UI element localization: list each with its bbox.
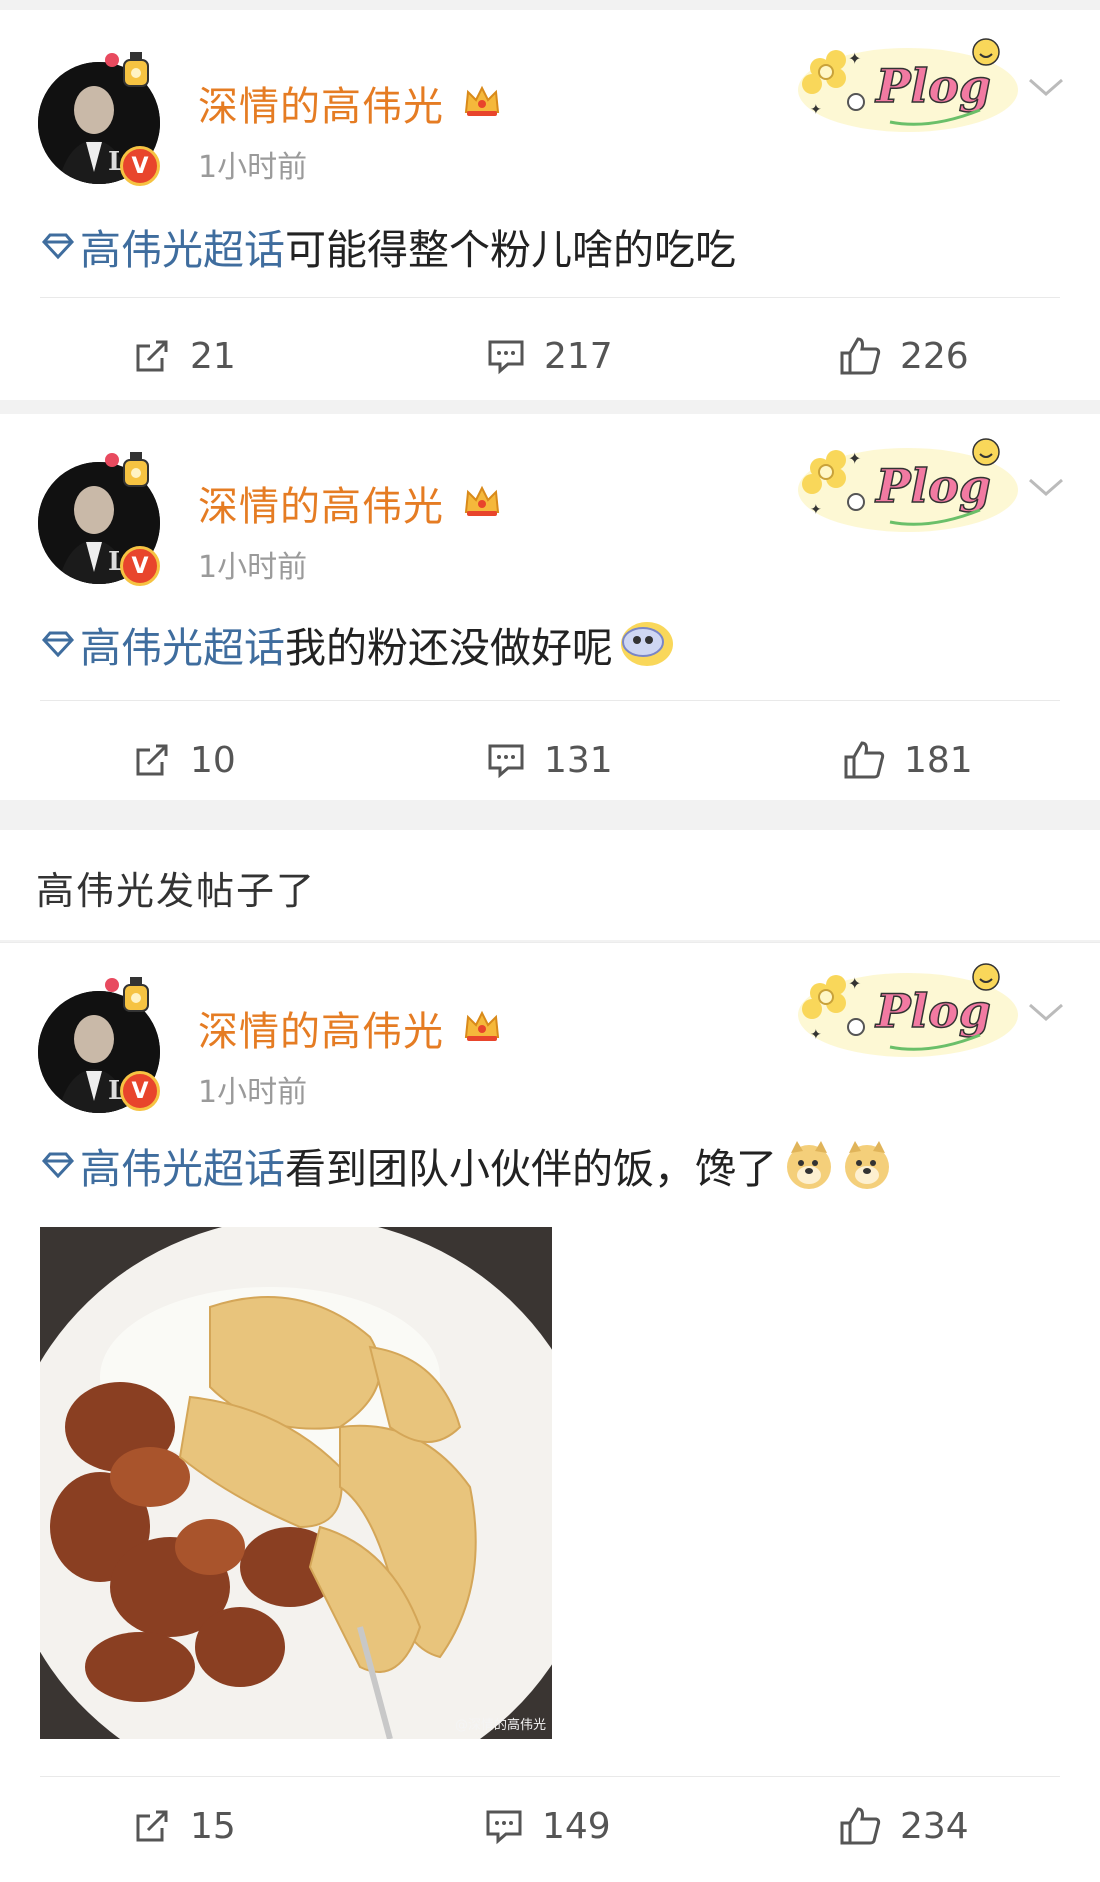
- smiley-icon: [972, 38, 1000, 66]
- post-time: 1小时前: [198, 150, 308, 185]
- diamond-topic-icon: [41, 233, 75, 260]
- like-button[interactable]: 226: [838, 316, 969, 396]
- like-button[interactable]: 181: [842, 720, 973, 800]
- smiley-icon: [972, 438, 1000, 466]
- like-button[interactable]: 234: [838, 1786, 969, 1866]
- section-title: 高伟光发帖子了: [36, 869, 317, 913]
- comment-icon: [486, 1810, 522, 1845]
- repost-button[interactable]: 15: [132, 1786, 236, 1866]
- perfume-decoration-icon: [105, 52, 149, 87]
- repost-button[interactable]: 21: [132, 316, 236, 396]
- like-count: 226: [900, 335, 969, 377]
- verified-badge: V: [120, 1071, 160, 1111]
- comment-count: 131: [544, 739, 613, 781]
- post-body: 可能得整个粉儿啥的吃吃: [285, 226, 736, 274]
- crown-icon: [464, 485, 500, 516]
- perfume-decoration-icon: [105, 452, 149, 487]
- comment-button[interactable]: 131: [486, 720, 613, 800]
- repost-icon: [136, 340, 168, 372]
- username[interactable]: 深情的高伟光: [198, 999, 444, 1057]
- comment-button[interactable]: 217: [486, 316, 613, 396]
- crown-icon: [464, 1010, 500, 1041]
- repost-icon: [136, 1810, 168, 1842]
- svg-text:✦: ✦: [810, 102, 822, 118]
- comment-icon: [488, 744, 524, 779]
- repost-count: 10: [190, 739, 236, 781]
- post-card: Le Pa V 深情的高伟光 1小时前 ✦ ✦ Plog: [0, 10, 1100, 400]
- comment-count: 149: [542, 1805, 611, 1847]
- verified-badge: V: [120, 546, 160, 586]
- dizzy-face-emoji-icon: [621, 622, 673, 666]
- doge-emoji-icon: [845, 1141, 889, 1189]
- comment-button[interactable]: 149: [484, 1786, 611, 1866]
- post-time: 1小时前: [198, 550, 308, 585]
- diamond-topic-icon: [41, 1152, 75, 1179]
- perfume-decoration-icon: [105, 977, 149, 1012]
- svg-text:✦: ✦: [848, 49, 861, 68]
- topic-label: 高伟光超话: [80, 1145, 285, 1193]
- action-bar: 21 217 226: [0, 316, 1100, 396]
- repost-count: 21: [190, 335, 236, 377]
- post-text: 高伟光超话 看到团队小伙伴的饭，馋了: [40, 1135, 893, 1195]
- action-bar: 15 149 234: [0, 1786, 1100, 1866]
- thumbs-up-icon: [844, 741, 885, 779]
- chevron-down-icon[interactable]: [1026, 999, 1066, 1027]
- like-count: 234: [900, 1805, 969, 1847]
- username[interactable]: 深情的高伟光: [198, 474, 444, 532]
- plog-badge[interactable]: ✦ ✦ Plog: [790, 30, 1020, 140]
- post-card: Le Pa V 深情的高伟光 1小时前 ✦ ✦ Plog: [0, 414, 1100, 800]
- thumbs-up-icon: [840, 1807, 881, 1845]
- topic-label: 高伟光超话: [80, 226, 285, 274]
- post-image[interactable]: @深情的高伟光: [40, 1227, 552, 1739]
- food-photo: [40, 1227, 552, 1739]
- image-watermark: @深情的高伟光: [454, 1718, 546, 1733]
- svg-text:✦: ✦: [848, 449, 861, 468]
- comment-count: 217: [544, 335, 613, 377]
- divider: [40, 700, 1060, 701]
- post-time: 1小时前: [198, 1075, 308, 1110]
- topic-link[interactable]: 高伟光超话: [40, 614, 285, 674]
- thumbs-up-icon: [840, 337, 881, 375]
- divider: [40, 297, 1060, 298]
- plog-label: Plog: [874, 59, 991, 113]
- action-bar: 10 131 181: [0, 720, 1100, 800]
- topic-label: 高伟光超话: [80, 624, 285, 672]
- topic-link[interactable]: 高伟光超话: [40, 1135, 285, 1195]
- chevron-down-icon[interactable]: [1026, 474, 1066, 502]
- post-body: 看到团队小伙伴的饭，馋了: [285, 1145, 777, 1193]
- verified-badge: V: [120, 146, 160, 186]
- repost-count: 15: [190, 1805, 236, 1847]
- plog-badge[interactable]: ✦ ✦ Plog: [790, 955, 1020, 1065]
- repost-button[interactable]: 10: [132, 720, 236, 800]
- section-header: 高伟光发帖子了: [0, 830, 1100, 940]
- post-card: Le Pa V 深情的高伟光 1小时前 ✦ ✦ Plog: [0, 942, 1100, 1882]
- svg-text:✦: ✦: [810, 1027, 822, 1043]
- crown-icon: [464, 85, 500, 116]
- post-text: 高伟光超话 我的粉还没做好呢: [40, 614, 675, 674]
- svg-text:✦: ✦: [848, 974, 861, 993]
- smiley-icon: [972, 963, 1000, 991]
- post-text: 高伟光超话 可能得整个粉儿啥的吃吃: [40, 216, 736, 276]
- topic-link[interactable]: 高伟光超话: [40, 216, 285, 276]
- doge-emoji-icon: [787, 1141, 831, 1189]
- like-count: 181: [904, 739, 973, 781]
- plog-badge[interactable]: ✦ ✦ Plog: [790, 430, 1020, 540]
- post-body: 我的粉还没做好呢: [285, 624, 613, 672]
- comment-icon: [488, 340, 524, 375]
- plog-label: Plog: [874, 984, 991, 1038]
- username[interactable]: 深情的高伟光: [198, 74, 444, 132]
- diamond-topic-icon: [41, 631, 75, 658]
- svg-text:✦: ✦: [810, 502, 822, 518]
- repost-icon: [136, 744, 168, 776]
- divider: [40, 1776, 1060, 1777]
- chevron-down-icon[interactable]: [1026, 74, 1066, 102]
- plog-label: Plog: [874, 459, 991, 513]
